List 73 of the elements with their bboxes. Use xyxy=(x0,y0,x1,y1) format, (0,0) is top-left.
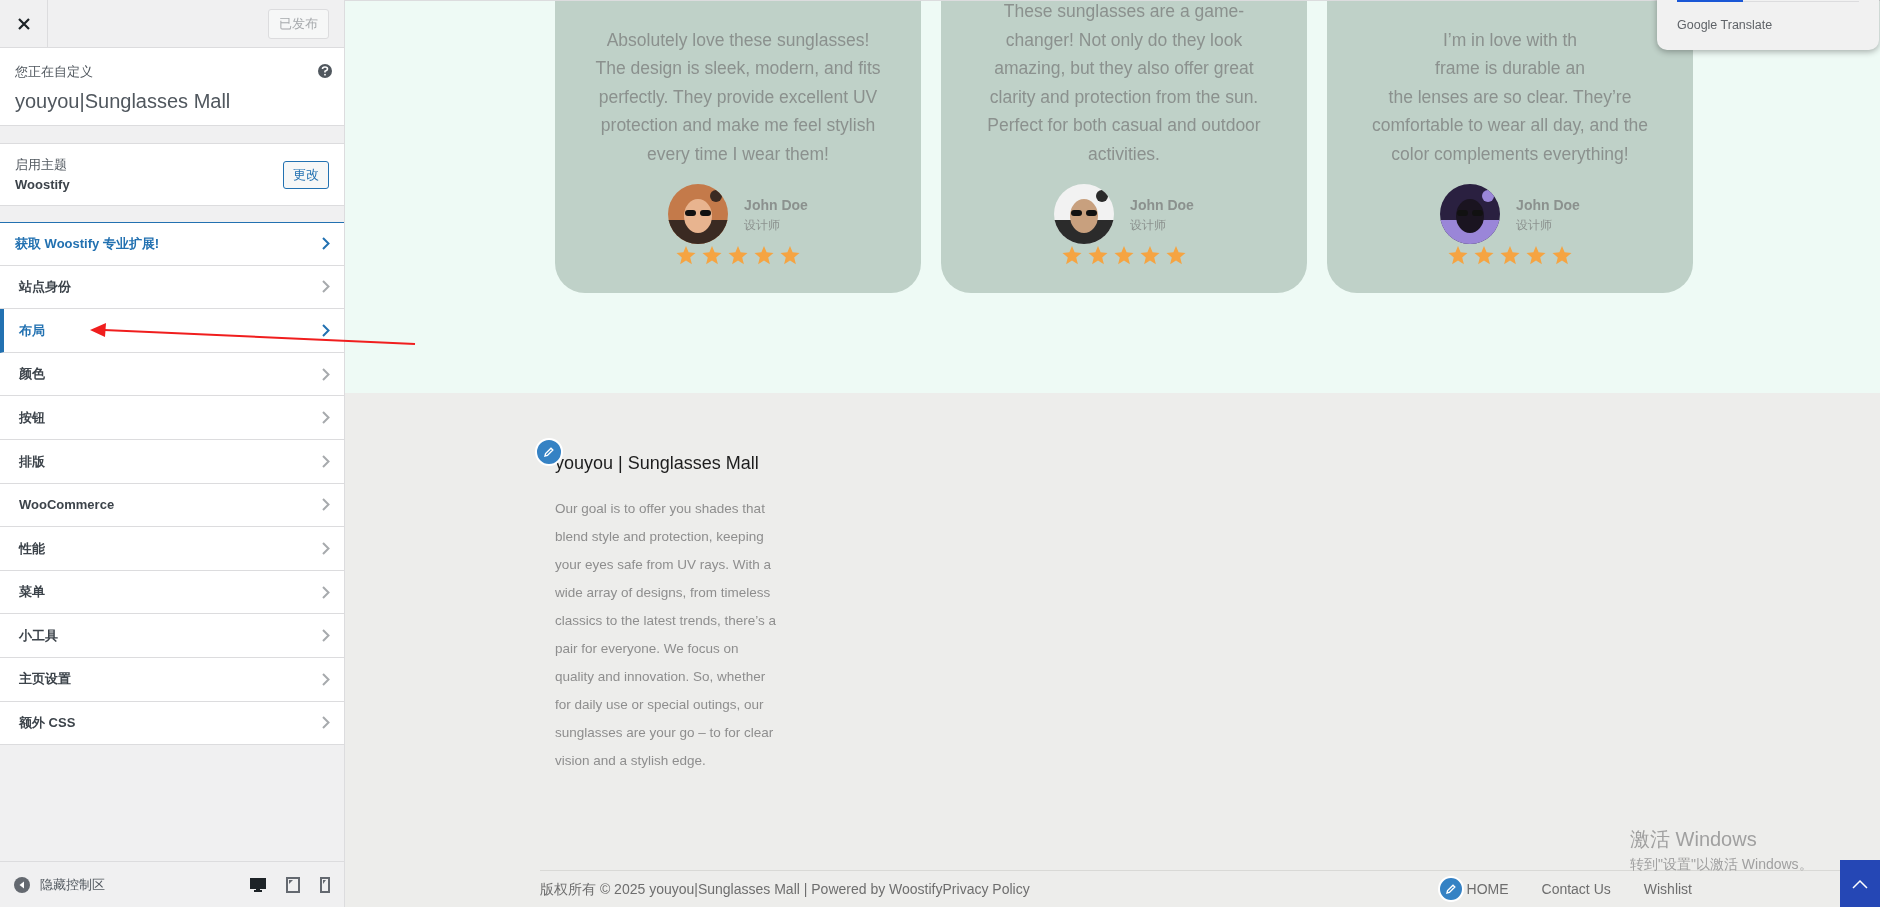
chevron-up-icon xyxy=(1852,878,1868,889)
hide-controls-button[interactable]: 隐藏控制区 xyxy=(14,874,105,895)
mobile-preview-icon[interactable] xyxy=(320,876,330,893)
star-icon xyxy=(1062,246,1082,265)
section-item[interactable]: 小工具 xyxy=(0,614,344,658)
chevron-icon xyxy=(322,541,330,555)
close-icon xyxy=(17,17,30,30)
section-item[interactable]: WooCommerce xyxy=(0,483,344,528)
chevron-icon xyxy=(322,498,330,512)
section-item[interactable]: 按钮 xyxy=(0,396,344,440)
chevron-icon xyxy=(322,454,330,468)
star-icon xyxy=(1552,246,1572,265)
star-icon xyxy=(1114,246,1134,265)
star-icon xyxy=(1474,246,1494,265)
star-icon xyxy=(1500,246,1520,265)
star-icon xyxy=(728,246,748,265)
activation-title: 激活 Windows xyxy=(1630,827,1758,852)
activation-text: 转到"设置"以激活 Windows。 xyxy=(1630,855,1813,874)
collapse-icon xyxy=(14,876,30,893)
section-item[interactable]: 站点身份 xyxy=(0,265,344,310)
author-name: John Doe xyxy=(1130,195,1194,215)
upgrade-link[interactable]: 获取 Woostify 专业扩展! xyxy=(0,222,344,266)
customizing-label: 您正在自定义 xyxy=(15,63,93,81)
chevron-icon xyxy=(322,367,330,381)
edit-icon[interactable] xyxy=(1437,876,1464,902)
section-item[interactable]: 颜色 xyxy=(0,352,344,397)
chevron-icon xyxy=(322,629,330,643)
chevron-icon xyxy=(322,237,330,251)
change-theme-button[interactable]: 更改 xyxy=(283,160,329,189)
testimonial-text: These sunglasses are a game- changer! Not only do they look amazing, but they also offer great clarity and protection from the sun. Perfect for both casual and outdoor activities. xyxy=(987,0,1261,166)
chevron-icon xyxy=(322,411,330,425)
site-title: youyou|Sunglasses Mall xyxy=(15,88,232,114)
section-item[interactable]: 排版 xyxy=(0,439,344,484)
star-icon xyxy=(1448,246,1468,265)
nav-link[interactable]: Wishlist xyxy=(1643,878,1692,900)
star-icon xyxy=(1526,246,1546,265)
chevron-icon xyxy=(322,672,330,686)
theme-name: Woostify xyxy=(15,175,70,194)
copyright-text: 版权所有 © 2025 youyou|Sunglasses Mall | Powered by Woostify xyxy=(540,880,943,897)
desktop-preview-icon[interactable] xyxy=(250,876,266,893)
chevron-icon xyxy=(322,716,330,730)
translate-label: Google Translate xyxy=(1677,17,1774,34)
nav-link[interactable]: HOME xyxy=(1466,878,1509,900)
footer-text: Our goal is to offer you shades that blend style and protection, keeping your eyes safe from UV rays. With a wide array of designs, from timeless classics to the latest trends, there’s a pair for everyone. We focus on quality and innovation. So, whether for daily use or special outings, our sunglasses are your go – to for clear vision and a stylish edge. xyxy=(555,500,778,770)
section-item[interactable]: 额外 CSS xyxy=(0,701,344,746)
star-icon xyxy=(702,246,722,265)
author-name: John Doe xyxy=(744,195,808,215)
star-icon xyxy=(780,246,800,265)
section-item[interactable]: 菜单 xyxy=(0,570,344,615)
footer-title: youyou | Sunglasses Mall xyxy=(555,452,760,475)
section-item[interactable]: 主页设置 xyxy=(0,657,344,702)
privacy-policy-link[interactable]: Privacy Policy xyxy=(942,880,1030,897)
author-name: John Doe xyxy=(1516,195,1580,215)
nav-link[interactable]: Contact Us xyxy=(1541,878,1611,900)
author-role: 设计师 xyxy=(1516,216,1554,234)
star-icon xyxy=(754,246,774,265)
star-icon xyxy=(1140,246,1160,265)
star-icon xyxy=(1088,246,1108,265)
tablet-preview-icon[interactable] xyxy=(286,876,300,893)
chevron-icon xyxy=(322,585,330,599)
chevron-icon xyxy=(322,324,330,337)
back-to-top-button[interactable] xyxy=(1840,860,1880,907)
star-icon xyxy=(1166,246,1186,265)
star-icon xyxy=(676,246,696,265)
theme-label: 启用主题 xyxy=(15,156,68,174)
author-role: 设计师 xyxy=(744,216,782,234)
testimonial-text: Absolutely love these sunglasses! The design is sleek, modern, and fits perfectly. They provide excellent UV protection and make me feel stylish every time I wear them! xyxy=(595,28,881,166)
section-item[interactable]: 性能 xyxy=(0,527,344,571)
testimonial-text: I’m in love with th frame is durable an the lenses are so clear. They’re comfortable to wear all day, and the color complements everything! xyxy=(1372,28,1648,166)
author-role: 设计师 xyxy=(1130,216,1168,234)
section-item[interactable]: 布局 xyxy=(0,309,344,353)
help-icon[interactable] xyxy=(318,64,332,78)
chevron-icon xyxy=(322,280,330,294)
